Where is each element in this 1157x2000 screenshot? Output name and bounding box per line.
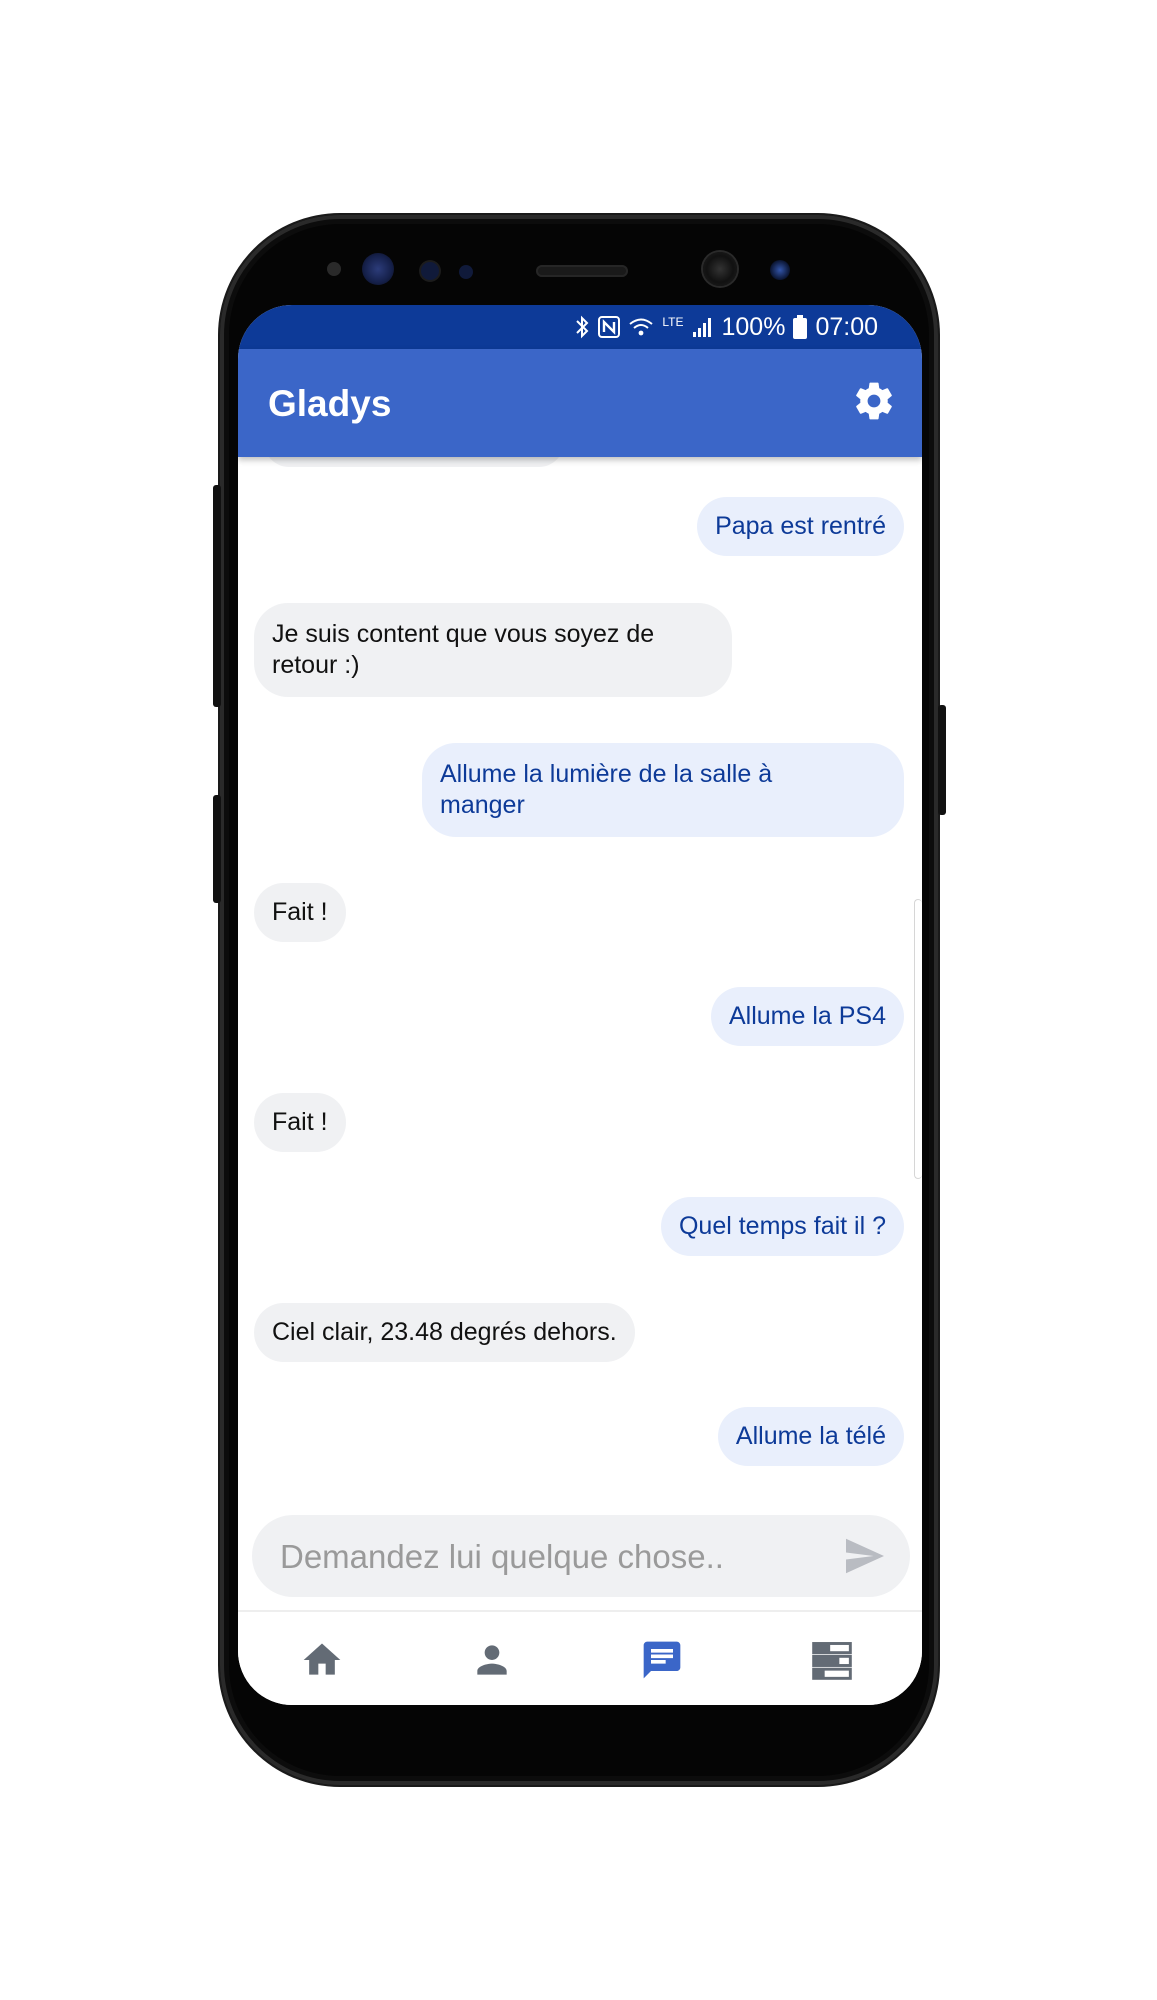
earpiece-speaker — [536, 265, 628, 277]
screen: LTE 100% 07:00 Gladys Papa est rentré Je… — [238, 305, 922, 1705]
power-button — [938, 705, 946, 815]
scrollbar[interactable] — [914, 899, 922, 1179]
message-bubble-partial — [264, 457, 564, 467]
iris-scanner — [362, 253, 394, 285]
sensor-dot — [421, 262, 439, 280]
app-bar: Gladys — [238, 349, 922, 457]
message-bubble-bot: Fait ! — [254, 1093, 346, 1152]
clock: 07:00 — [815, 313, 878, 341]
message-composer — [252, 1515, 910, 1597]
status-bar: LTE 100% 07:00 — [238, 305, 922, 349]
dashboard-icon[interactable] — [810, 1638, 854, 1682]
person-icon[interactable] — [470, 1638, 514, 1682]
gear-icon[interactable] — [852, 379, 896, 423]
chat-thread[interactable]: Papa est rentré Je suis content que vous… — [238, 457, 922, 1519]
iris-camera — [770, 260, 790, 280]
volume-up-button — [213, 485, 221, 707]
message-bubble-bot: Je suis content que vous soyez de retour… — [254, 603, 732, 697]
sensor-dot — [459, 265, 473, 279]
battery-percent: 100% — [721, 313, 786, 341]
proximity-sensor — [327, 262, 341, 276]
send-icon[interactable] — [844, 1537, 886, 1575]
message-bubble-user: Papa est rentré — [697, 497, 904, 556]
front-camera — [703, 252, 737, 286]
bottom-nav — [238, 1612, 922, 1705]
app-title: Gladys — [268, 383, 392, 424]
home-icon[interactable] — [300, 1638, 344, 1682]
message-bubble-bot: Ciel clair, 23.48 degrés dehors. — [254, 1303, 635, 1362]
nfc-icon — [598, 316, 621, 338]
message-input[interactable] — [278, 1533, 802, 1581]
network-type: LTE — [662, 315, 684, 329]
message-bubble-user: Allume la lumière de la salle à manger — [422, 743, 904, 837]
message-bubble-user: Allume la télé — [717, 1407, 904, 1466]
message-bubble-user: Allume la PS4 — [710, 987, 904, 1046]
wifi-icon — [629, 318, 653, 336]
message-bubble-user: Quel temps fait il ? — [660, 1197, 904, 1256]
battery-icon — [793, 315, 808, 339]
signal-icon — [693, 318, 712, 337]
chat-icon[interactable] — [640, 1638, 684, 1682]
bluetooth-icon — [576, 315, 589, 339]
bixby-button — [213, 795, 221, 903]
message-bubble-bot: Fait ! — [254, 883, 346, 942]
